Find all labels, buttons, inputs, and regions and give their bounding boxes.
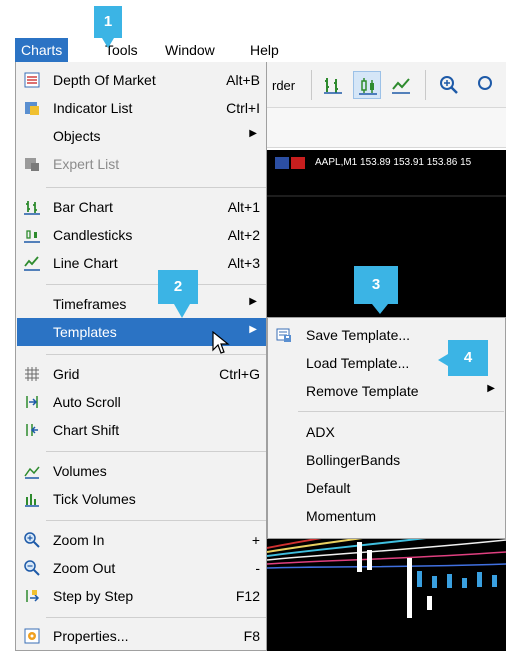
tick-volumes-icon (24, 491, 40, 507)
menu-item-template-bollingerbands[interactable]: BollingerBands (269, 446, 505, 474)
menu-item-zoom-out[interactable]: Zoom Out - (17, 554, 266, 582)
zoom-out-icon (24, 560, 40, 576)
mouse-cursor-icon (212, 330, 230, 358)
callout-2: 2 (158, 270, 198, 318)
menu-item-bar-chart[interactable]: Bar Chart Alt+1 (17, 193, 266, 221)
menu-item-auto-scroll[interactable]: Auto Scroll (17, 388, 266, 416)
menu-item-template-momentum[interactable]: Momentum (269, 502, 505, 530)
candlesticks-button[interactable] (353, 71, 381, 99)
toolbar: rder (267, 62, 506, 108)
toolbar-separator (311, 70, 312, 100)
menu-separator (298, 411, 504, 412)
save-template-icon (276, 327, 292, 343)
chart-shift-icon (24, 422, 40, 438)
us-flag-icon (275, 157, 289, 169)
menu-item-depth-of-market[interactable]: Depth Of Market Alt+B (17, 66, 266, 94)
menu-item-timeframes[interactable]: Timeframes ▶ (17, 290, 266, 318)
indicator-list-icon (24, 100, 40, 116)
submenu-arrow-icon: ▶ (249, 128, 257, 139)
expert-list-icon (24, 156, 40, 172)
menu-item-objects[interactable]: Objects ▶ (17, 122, 266, 150)
menu-item-remove-template[interactable]: Remove Template ▶ (269, 377, 505, 405)
zoom-in-icon (24, 532, 40, 548)
chart-symbol-quote: AAPL,M1 153.89 153.91 153.86 15 (315, 157, 472, 168)
toolbar-order-label[interactable]: rder (272, 78, 295, 93)
menu-item-volumes[interactable]: Volumes (17, 457, 266, 485)
menu-item-step-by-step[interactable]: Step by Step F12 (17, 582, 266, 610)
menu-item-tick-volumes[interactable]: Tick Volumes (17, 485, 266, 513)
grid-icon (24, 366, 40, 382)
menu-item-indicator-list[interactable]: Indicator List Ctrl+I (17, 94, 266, 122)
menu-charts[interactable]: Charts (15, 38, 69, 62)
bar-chart-button[interactable] (319, 71, 347, 99)
menu-item-candlesticks[interactable]: Candlesticks Alt+2 (17, 221, 266, 249)
menu-item-template-default[interactable]: Default (269, 474, 505, 502)
submenu-arrow-icon: ▶ (249, 324, 257, 335)
menu-item-line-chart[interactable]: Line Chart Alt+3 (17, 249, 266, 277)
line-chart-icon (24, 255, 40, 271)
symbol-flag-icon (291, 157, 305, 169)
zoom-in-button[interactable] (435, 71, 463, 99)
submenu-arrow-icon: ▶ (487, 383, 495, 394)
menu-help[interactable]: Help (250, 42, 279, 58)
menu-item-grid[interactable]: Grid Ctrl+G (17, 360, 266, 388)
candlesticks-icon (24, 227, 40, 243)
secondary-toolbar (267, 108, 506, 148)
chart-title-bar: AAPL,M1 153.89 153.91 153.86 15 (267, 150, 506, 176)
menu-separator (46, 354, 266, 355)
properties-icon (24, 628, 40, 644)
menu-separator (46, 617, 266, 618)
menu-item-chart-shift[interactable]: Chart Shift (17, 416, 266, 444)
menu-item-properties[interactable]: Properties... F8 (17, 622, 266, 650)
depth-of-market-icon (24, 72, 40, 88)
menu-separator (46, 187, 266, 188)
callout-3: 3 (354, 266, 398, 314)
step-by-step-icon (24, 588, 40, 604)
menu-item-zoom-in[interactable]: Zoom In + (17, 526, 266, 554)
menu-separator (46, 520, 266, 521)
callout-4: 4 (438, 340, 488, 376)
menu-item-expert-list[interactable]: Expert List (17, 150, 266, 178)
callout-1: 1 (94, 6, 122, 48)
menubar: Charts Tools Window Help (15, 38, 506, 62)
volumes-icon (24, 463, 40, 479)
bar-chart-icon (24, 199, 40, 215)
menu-separator (46, 284, 266, 285)
zoom-out-button[interactable] (473, 71, 501, 99)
auto-scroll-icon (24, 394, 40, 410)
menu-item-template-adx[interactable]: ADX (269, 418, 505, 446)
toolbar-separator (425, 70, 426, 100)
menu-separator (46, 451, 266, 452)
submenu-arrow-icon: ▶ (249, 296, 257, 307)
menu-window[interactable]: Window (165, 42, 215, 58)
line-chart-button[interactable] (387, 71, 415, 99)
